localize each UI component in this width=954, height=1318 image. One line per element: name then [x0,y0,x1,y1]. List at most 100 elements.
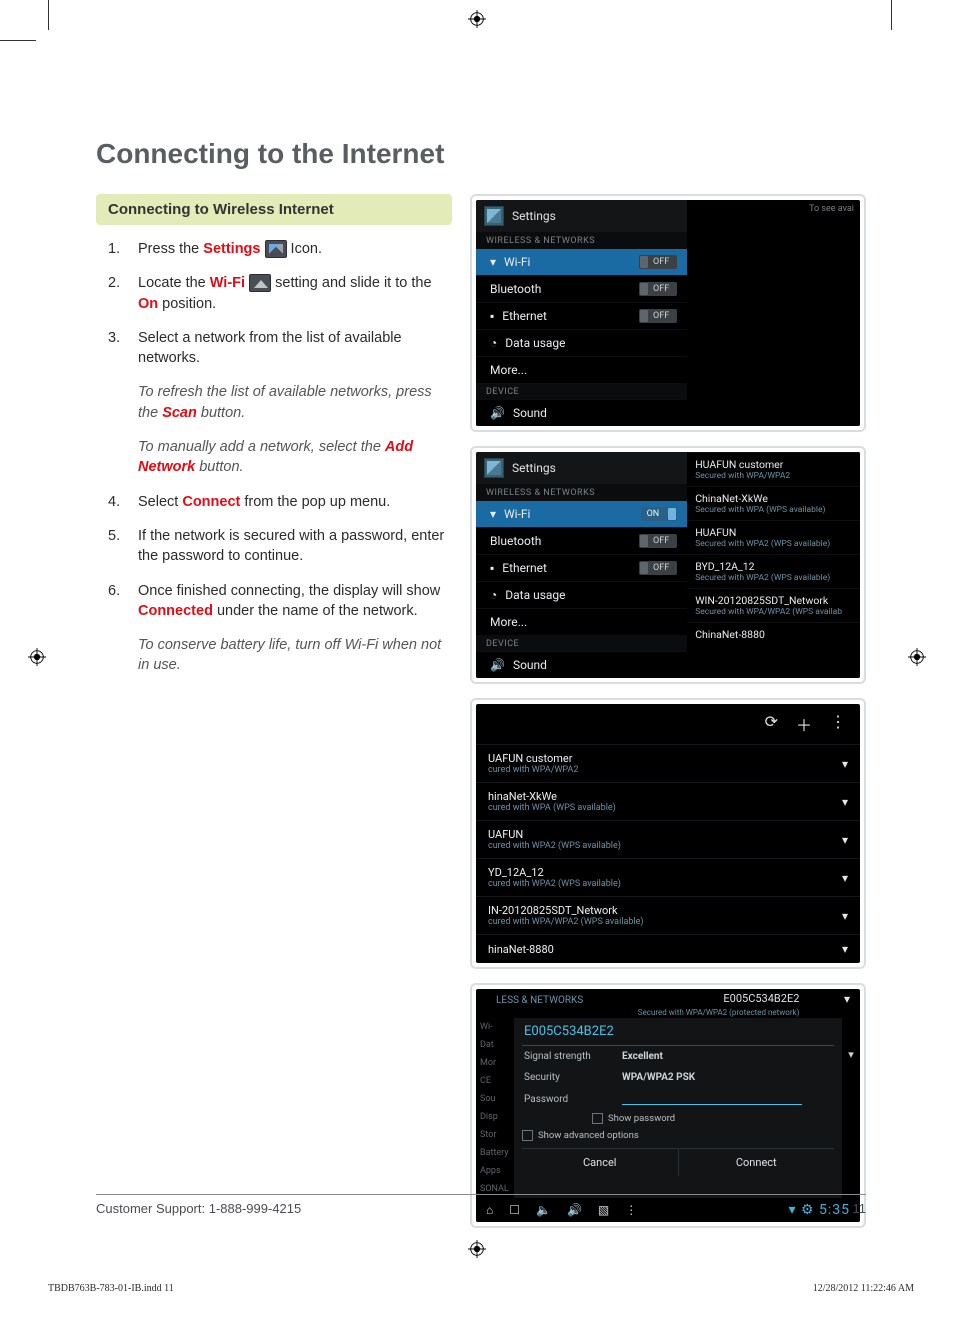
signal-strength-value: Excellent [622,1051,663,1062]
section-wireless-trunc: LESS & NETWORKS [486,992,593,1018]
screenshot-settings-on: Settings WIRELESS & NETWORKS ▾Wi-FiON Bl… [470,446,866,684]
slug-timestamp: 12/28/2012 11:22:46 AM [813,1283,914,1294]
sidebar-fragment: Apps [476,1162,514,1180]
cancel-button[interactable]: Cancel [522,1149,679,1176]
network-item[interactable]: BYD_12A_12Secured with WPA2 (WPS availab… [687,554,860,588]
sidebar-fragment: CE [476,1072,514,1090]
registration-mark-icon [468,1240,486,1258]
connect-button[interactable]: Connect [679,1149,835,1176]
wifi-toggle[interactable]: OFF [639,255,677,269]
wifi-list-item[interactable]: hinaNet-XkWecured with WPA (WPS availabl… [476,782,860,820]
bluetooth-toggle[interactable]: OFF [639,282,677,296]
wifi-signal-icon: ▾ [844,992,850,1018]
step-3: Select a network from the list of availa… [96,328,452,369]
dialog-title: E005C534B2E2 [522,1018,834,1046]
show-advanced-checkbox[interactable]: Show advanced options [522,1127,834,1144]
settings-icon [265,240,287,258]
slug-file: TBDB763B-783-01-IB.indd 11 [48,1283,174,1294]
step-6: Once finished connecting, the display wi… [96,581,452,622]
section-ribbon: Connecting to Wireless Internet [96,194,452,225]
sound-icon: 🔊 [490,658,505,672]
wifi-signal-icon: ▾ [842,1018,860,1198]
note-battery: To conserve battery life, turn off Wi-Fi… [96,635,452,676]
wifi-icon [249,274,271,292]
wifi-list-item[interactable]: UAFUNcured with WPA2 (WPS available)▾ [476,820,860,858]
wifi-list-item[interactable]: YD_12A_12cured with WPA2 (WPS available)… [476,858,860,896]
security-value: WPA/WPA2 PSK [622,1072,695,1083]
settings-keyword: Settings [203,241,260,257]
wifi-list-item[interactable]: UAFUN customercured with WPA/WPA2▾ [476,744,860,782]
ethernet-icon: ▪ [490,561,494,575]
sidebar-fragment: Stor [476,1126,514,1144]
network-item[interactable]: ChinaNet-8880 [687,622,860,646]
row-wifi[interactable]: ▾Wi-FiON [476,500,687,527]
row-bluetooth[interactable]: BluetoothOFF [476,527,687,554]
row-more[interactable]: More... [476,356,687,383]
wifi-list-item[interactable]: hinaNet-8880▾ [476,934,860,963]
sidebar-fragment: Dat [476,1036,514,1054]
overflow-icon[interactable]: ⋮ [830,712,846,736]
row-ethernet[interactable]: ▪EthernetOFF [476,554,687,581]
sidebar-fragment: Wi- [476,1018,514,1036]
app-title: Settings [512,461,556,475]
wifi-toggle[interactable]: ON [641,507,678,521]
settings-app-icon [484,206,504,226]
data-usage-icon: ◔ [490,588,497,602]
wifi-signal-icon: ▾ [842,757,848,771]
screenshot-password-dialog: LESS & NETWORKS E005C534B2E2 Secured wit… [470,983,866,1228]
sidebar-fragment: Mor [476,1054,514,1072]
step-2: Locate the Wi-Fi setting and slide it to… [96,273,452,314]
network-item[interactable]: HUAFUN customerSecured with WPA/WPA2 [687,452,860,486]
wifi-icon: ▾ [490,255,496,269]
step-1: Press the Settings Icon. [96,239,452,259]
registration-mark-icon [468,10,486,28]
sound-icon: 🔊 [490,406,505,420]
row-ethernet[interactable]: ▪EthernetOFF [476,302,687,329]
sidebar-fragment: Sou [476,1090,514,1108]
row-more[interactable]: More... [476,608,687,635]
row-data-usage[interactable]: ◔Data usage [476,329,687,356]
note-add-network: To manually add a network, select the Ad… [96,437,452,478]
screenshot-wifi-list: ⟳ ＋ ⋮ UAFUN customercured with WPA/WPA2▾… [470,698,866,969]
wifi-icon: ▾ [490,507,496,521]
wifi-signal-icon: ▾ [842,871,848,885]
connected-keyword: Connected [138,603,213,619]
password-input[interactable] [622,1093,802,1105]
network-item[interactable]: ChinaNet-XkWeSecured with WPA (WPS avail… [687,486,860,520]
wifi-keyword: Wi-Fi [210,275,245,291]
connect-keyword: Connect [182,494,240,510]
network-item[interactable]: WIN-20120825SDT_NetworkSecured with WPA/… [687,588,860,622]
network-name: E005C534B2E2 [638,992,800,1005]
show-password-checkbox[interactable]: Show password [592,1110,834,1127]
row-bluetooth[interactable]: BluetoothOFF [476,275,687,302]
page-title: Connecting to the Internet [96,138,866,170]
section-device: DEVICE [476,383,687,399]
app-title: Settings [512,209,556,223]
wifi-signal-icon: ▾ [842,833,848,847]
row-sound[interactable]: 🔊Sound [476,399,687,426]
sidebar-fragment: Disp [476,1108,514,1126]
wifi-signal-icon: ▾ [842,942,848,956]
ethernet-toggle[interactable]: OFF [639,309,677,323]
on-keyword: On [138,296,158,312]
row-wifi[interactable]: ▾Wi-FiOFF [476,248,687,275]
customer-support: Customer Support: 1-888-999-4215 [96,1201,301,1216]
row-data-usage[interactable]: ◔Data usage [476,581,687,608]
row-sound[interactable]: 🔊Sound [476,651,687,678]
wifi-signal-icon: ▾ [842,795,848,809]
hint-text: To see avai [687,200,860,218]
add-icon[interactable]: ＋ [796,712,812,736]
data-usage-icon: ◔ [490,336,497,350]
ethernet-icon: ▪ [490,309,494,323]
note-scan: To refresh the list of available network… [96,382,452,423]
network-item[interactable]: HUAFUNSecured with WPA2 (WPS available) [687,520,860,554]
refresh-icon[interactable]: ⟳ [765,712,778,736]
wifi-signal-icon: ▾ [842,909,848,923]
step-5: If the network is secured with a passwor… [96,526,452,567]
screenshot-settings-off: Settings WIRELESS & NETWORKS ▾Wi-FiOFF B… [470,194,866,432]
scan-keyword: Scan [162,405,197,421]
section-wireless: WIRELESS & NETWORKS [476,232,687,248]
wifi-list-item[interactable]: IN-20120825SDT_Networkcured with WPA/WPA… [476,896,860,934]
page-number: 11 [853,1201,867,1216]
settings-app-icon [484,458,504,478]
